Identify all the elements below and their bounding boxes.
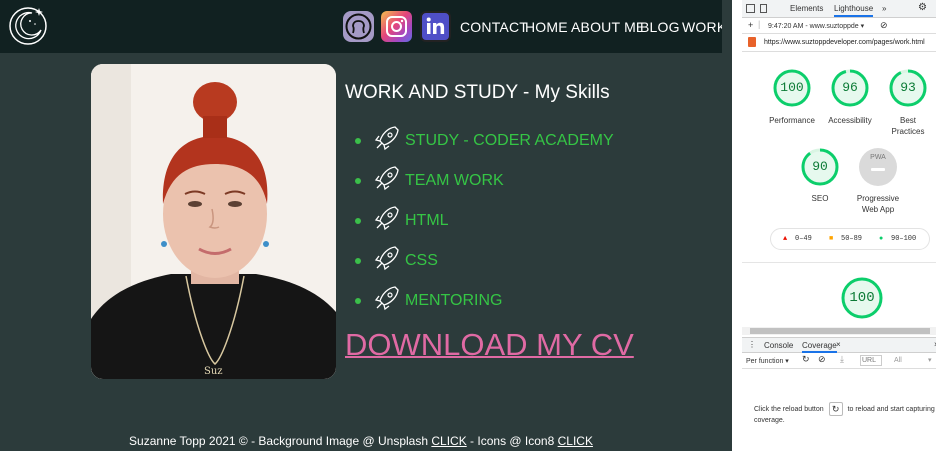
footer: Suzanne Topp 2021 © - Background Image @… (0, 434, 722, 448)
accessibility-gauge[interactable]: 96 (830, 68, 870, 108)
pwa-badge-text: PWA (870, 154, 886, 161)
coverage-empty-message: Click the reload button ↻ to reload and … (754, 402, 936, 426)
export-icon[interactable]: ⤓ (840, 354, 844, 365)
lighthouse-logo-icon (748, 37, 756, 47)
moon-stars-logo-icon[interactable] (6, 4, 50, 48)
coverage-toolbar: Per function ▾ ↻ ⊘ ⤓ All ▾ (742, 353, 936, 369)
legend-pass-range: 90–100 (891, 235, 917, 243)
skill-label: STUDY - CODER ACADEMY (405, 132, 614, 149)
seo-score: 90 (812, 159, 828, 174)
devtools-panel: Elements Lighthouse » ⚙ ⋮ + | 9:47:20 AM… (722, 0, 936, 451)
skill-label: MENTORING (405, 292, 503, 309)
navbar: CONTACT HOME ABOUT ME BLOG WORK (0, 0, 722, 53)
tab-lighthouse[interactable]: Lighthouse (834, 4, 874, 17)
accessibility-score: 96 (842, 80, 858, 95)
pwa-circle (859, 148, 897, 186)
performance-detail-gauge[interactable]: 100 (840, 276, 884, 320)
legend-fail-range: 0–49 (795, 235, 812, 243)
report-url[interactable]: https://www.suztoppdeveloper.com/pages/w… (764, 39, 925, 46)
per-function-select[interactable]: Per function ▾ (746, 357, 789, 365)
section-divider (742, 262, 936, 263)
new-report-plus-icon[interactable]: + (748, 20, 753, 30)
seo-gauge[interactable]: 90 (800, 147, 840, 187)
reload-button-icon[interactable]: ↻ (828, 402, 843, 416)
drawer-menu-icon[interactable]: ⋮ (748, 340, 756, 349)
lighthouse-toolbar: + | 9:47:20 AM - www.suztoppde ▾ ⊘ (742, 18, 936, 34)
url-filter-input[interactable] (860, 355, 882, 366)
bullet-dot (355, 178, 361, 184)
report-url-bar: https://www.suztoppdeveloper.com/pages/w… (742, 34, 936, 52)
website-viewport: CONTACT HOME ABOUT ME BLOG WORK Suz WORK… (0, 0, 722, 451)
type-filter-select[interactable]: All (894, 357, 902, 364)
rocket-icon (374, 246, 399, 271)
more-tabs-icon[interactable]: » (882, 4, 886, 13)
nav-contact-link[interactable]: CONTACT (460, 19, 528, 35)
best-practices-gauge[interactable]: 93 (888, 68, 928, 108)
skill-label: TEAM WORK (405, 172, 504, 189)
tab-elements[interactable]: Elements (790, 4, 823, 13)
rocket-icon (374, 286, 399, 311)
nav-work-link[interactable]: WORK (682, 19, 722, 35)
devtools-tab-bar: Elements Lighthouse » ⚙ ⋮ (742, 0, 936, 18)
bullet-dot (355, 218, 361, 224)
score-legend: ▲ 0–49 ■ 50–89 ● 90–100 (770, 228, 930, 250)
report-select[interactable]: 9:47:20 AM - www.suztoppde ▾ (768, 22, 864, 30)
svg-text:Suz: Suz (204, 366, 223, 377)
best-practices-label: Best Practices (891, 116, 925, 136)
performance-detail-score: 100 (849, 290, 875, 306)
toolbar-separator: | (758, 19, 761, 29)
drawer-tab-bar: ⋮ Console Coverage × × (742, 337, 936, 353)
clear-reports-icon[interactable]: ⊘ (880, 20, 888, 31)
pwa-label: Progressive Web App (856, 194, 900, 214)
rocket-icon (374, 126, 399, 151)
unsplash-credit-link[interactable]: CLICK (431, 434, 466, 448)
rocket-icon (374, 206, 399, 231)
coverage-msg-text: Click the reload button (754, 405, 824, 413)
legend-average-range: 50–89 (841, 235, 863, 243)
profile-photo: Suz (91, 64, 336, 379)
scrollbar-thumb[interactable] (750, 328, 930, 334)
pwa-badge[interactable]: PWA (858, 147, 898, 187)
chevron-down-icon[interactable]: ▾ (928, 356, 932, 364)
skill-label: HTML (405, 212, 449, 229)
close-coverage-icon[interactable]: × (836, 340, 841, 349)
rocket-icon (374, 166, 399, 191)
section-heading: WORK AND STUDY - My Skills (345, 82, 610, 103)
performance-score: 100 (780, 80, 804, 95)
device-toolbar-icon[interactable] (760, 4, 767, 13)
skill-label: CSS (405, 252, 438, 269)
bullet-dot (355, 138, 361, 144)
legend-average-icon: ■ (829, 235, 834, 243)
seo-label: SEO (811, 194, 829, 203)
linkedin-icon[interactable] (420, 11, 451, 42)
nav-home-link[interactable]: HOME (525, 19, 568, 35)
legend-pass-icon: ● (879, 235, 884, 243)
bullet-dot (355, 258, 361, 264)
nav-blog-link[interactable]: BLOG (640, 19, 680, 35)
performance-gauge[interactable]: 100 (772, 68, 812, 108)
icon8-credit-link[interactable]: CLICK (558, 434, 593, 448)
nav-about-link[interactable]: ABOUT ME (571, 19, 645, 35)
inspect-element-icon[interactable] (746, 4, 755, 13)
footer-text: - Icons @ Icon8 (466, 434, 558, 448)
footer-text: Suzanne Topp 2021 © - Background Image @… (129, 434, 432, 448)
accessibility-label: Accessibility (828, 116, 872, 125)
horizontal-scrollbar[interactable] (742, 327, 936, 335)
tab-coverage[interactable]: Coverage (802, 341, 837, 353)
download-cv-link[interactable]: DOWNLOAD MY CV (345, 327, 634, 363)
legend-fail-icon: ▲ (783, 235, 788, 243)
bullet-dot (355, 298, 361, 304)
github-icon[interactable] (343, 11, 374, 42)
clear-icon[interactable]: ⊘ (818, 354, 826, 365)
pwa-dash (871, 168, 885, 171)
reload-icon[interactable]: ↻ (802, 354, 810, 365)
settings-gear-icon[interactable]: ⚙ (918, 2, 927, 13)
instagram-icon[interactable] (381, 11, 412, 42)
best-practices-score: 93 (900, 80, 916, 95)
tab-console[interactable]: Console (764, 341, 793, 350)
performance-label: Performance (769, 116, 815, 125)
